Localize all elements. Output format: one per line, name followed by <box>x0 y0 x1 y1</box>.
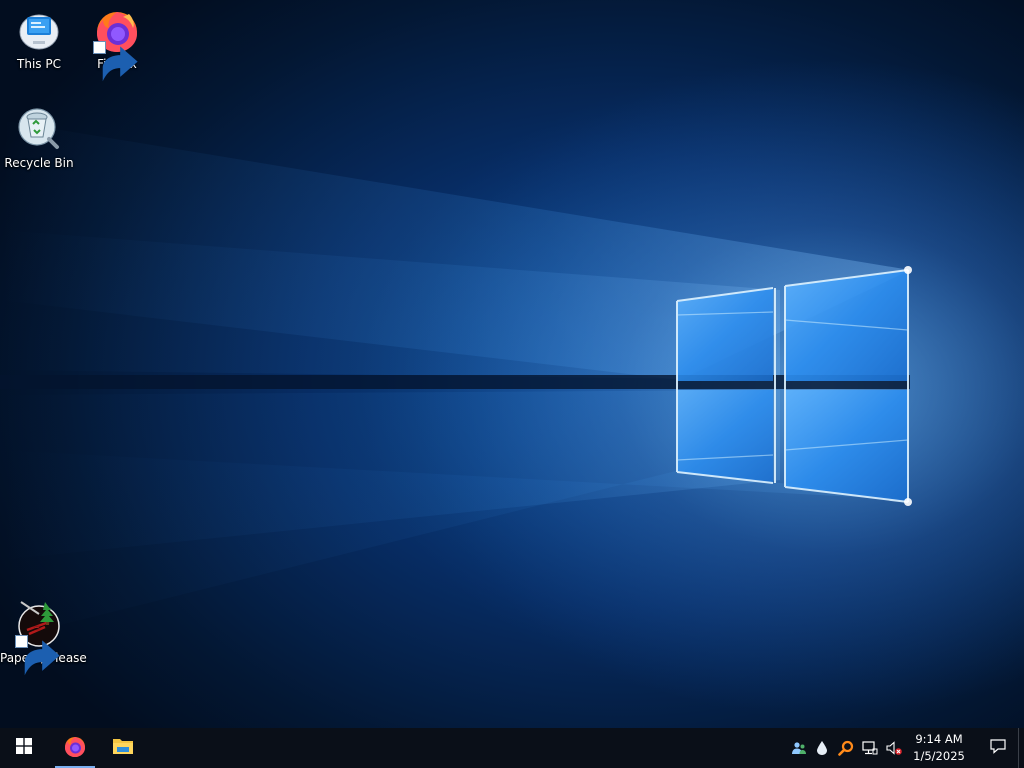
windows-logo-icon <box>16 738 32 758</box>
network-icon[interactable] <box>861 739 879 757</box>
desktop-icon-recycle-bin[interactable]: Recycle Bin <box>0 105 78 171</box>
system-clock[interactable]: 9:14 AM 1/5/2025 <box>906 731 972 765</box>
action-center-button[interactable] <box>978 728 1018 768</box>
clock-date: 1/5/2025 <box>913 749 965 763</box>
shortcut-arrow-icon <box>93 41 138 82</box>
wallpaper-image <box>0 0 1024 728</box>
volume-muted-icon[interactable] <box>885 739 903 757</box>
action-center-icon <box>989 737 1007 759</box>
this-pc-icon <box>15 6 63 54</box>
desktop-icon-label: Recycle Bin <box>4 156 74 170</box>
papers-please-icon: ~ <box>15 600 63 676</box>
people-icon[interactable] <box>790 739 808 757</box>
desktop-icon-this-pc[interactable]: This PC <box>0 6 78 72</box>
magnifier-icon[interactable] <box>837 739 855 757</box>
desktop-icon-papers-please[interactable]: ~ Papers, Please <box>0 600 87 676</box>
taskbar-file-explorer-button[interactable] <box>103 728 143 768</box>
show-desktop-button[interactable] <box>1018 728 1024 768</box>
desktop-icon-firefox[interactable]: Firefox <box>78 6 156 82</box>
water-drop-icon[interactable] <box>813 739 831 757</box>
desktop[interactable]: This PC Firefox <box>0 0 1024 728</box>
svg-text:~: ~ <box>34 624 40 632</box>
folder-icon <box>111 734 135 762</box>
shortcut-arrow-icon <box>15 635 60 676</box>
firefox-icon <box>93 6 141 82</box>
desktop-icon-label: This PC <box>17 57 61 71</box>
start-button[interactable] <box>0 728 48 768</box>
clock-time: 9:14 AM <box>915 732 963 746</box>
recycle-bin-icon <box>15 105 63 153</box>
taskbar-firefox-button[interactable] <box>55 728 95 768</box>
taskbar: 9:14 AM 1/5/2025 <box>0 728 1024 768</box>
firefox-icon <box>63 734 87 762</box>
